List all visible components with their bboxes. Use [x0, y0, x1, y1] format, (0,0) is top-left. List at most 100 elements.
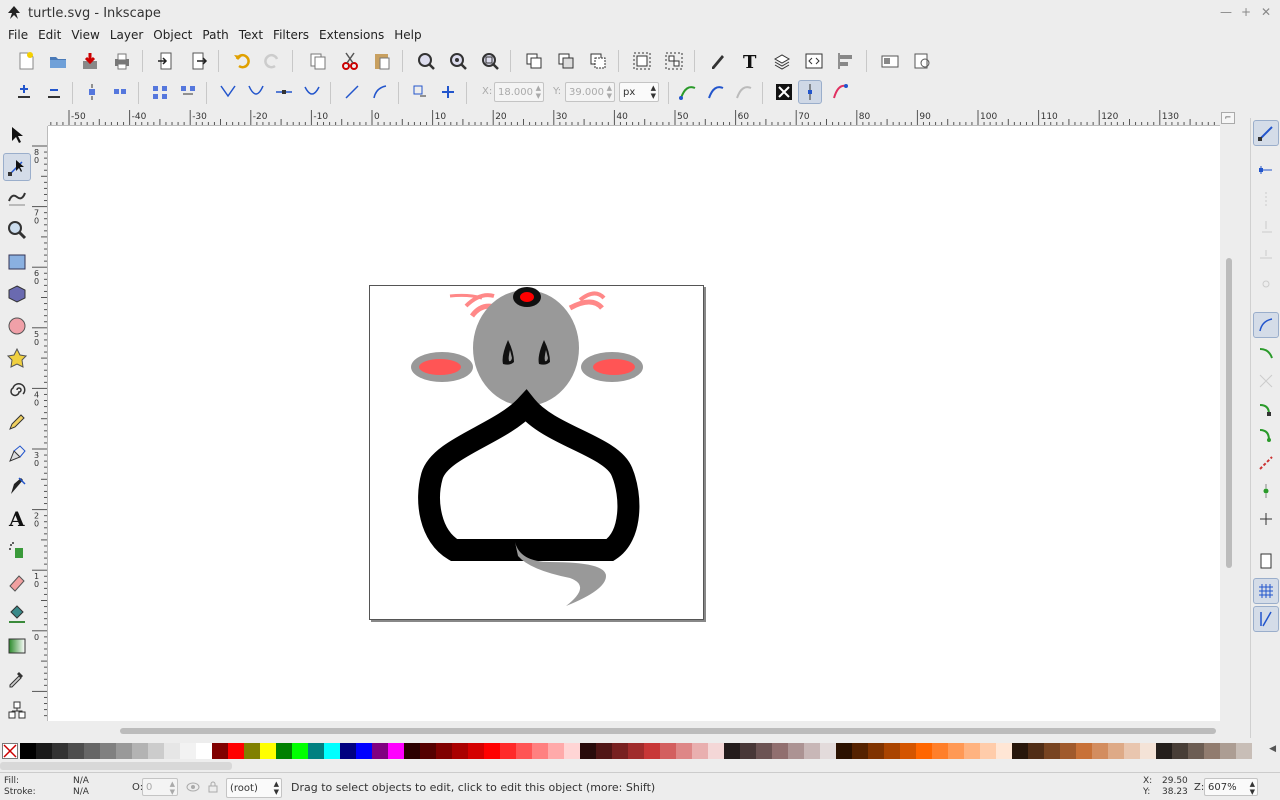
palette-swatch[interactable] [772, 743, 788, 759]
layer-select[interactable]: (root) ▲ ▼ [226, 778, 282, 798]
palette-swatch[interactable] [388, 743, 404, 759]
palette-swatch[interactable] [1204, 743, 1220, 759]
break-path-icon[interactable] [108, 80, 132, 104]
stroke-to-path-icon[interactable] [436, 80, 460, 104]
palette-swatch[interactable] [1220, 743, 1236, 759]
mask-icon[interactable] [732, 80, 756, 104]
join-segment-icon[interactable] [148, 80, 172, 104]
calligraphy-tool-icon[interactable] [3, 472, 31, 500]
export-icon[interactable] [186, 49, 210, 73]
palette-swatch[interactable] [612, 743, 628, 759]
join-nodes-icon[interactable] [80, 80, 104, 104]
palette-swatch[interactable] [884, 743, 900, 759]
palette-swatch[interactable] [660, 743, 676, 759]
snap-enable-icon[interactable] [1253, 120, 1279, 146]
cut-icon[interactable] [338, 49, 362, 73]
opacity-input[interactable]: 0 ▲ ▼ [142, 778, 178, 796]
dropper-tool-icon[interactable] [3, 664, 31, 692]
snap-bbox-center-icon[interactable] [1253, 270, 1279, 296]
palette-swatch[interactable] [852, 743, 868, 759]
palette-swatch[interactable] [276, 743, 292, 759]
palette-swatch[interactable] [1172, 743, 1188, 759]
whisker-mid-right[interactable] [578, 291, 606, 302]
visibility-eye-icon[interactable] [186, 781, 200, 793]
zoom-input[interactable]: 607% ▲ ▼ [1204, 778, 1258, 796]
paste-icon[interactable] [370, 49, 394, 73]
box3d-tool-icon[interactable] [3, 280, 31, 308]
text-font-icon[interactable]: T [738, 49, 762, 73]
palette-swatch[interactable] [1188, 743, 1204, 759]
palette-swatch[interactable] [324, 743, 340, 759]
stroke-value[interactable]: N/A [73, 787, 89, 797]
minimize-icon[interactable]: — [1218, 4, 1234, 20]
snap-nodes-icon[interactable] [1253, 312, 1279, 338]
ungroup-icon[interactable] [662, 49, 686, 73]
palette-swatch[interactable] [20, 743, 36, 759]
palette-swatch[interactable] [932, 743, 948, 759]
palette-swatch[interactable] [804, 743, 820, 759]
menu-text[interactable]: Text [234, 26, 268, 44]
palette-swatch[interactable] [1156, 743, 1172, 759]
left-blush[interactable] [419, 359, 461, 375]
menu-file[interactable]: File [3, 26, 33, 44]
palette-swatch[interactable] [260, 743, 276, 759]
xml-editor-icon[interactable] [802, 49, 826, 73]
palette-swatch[interactable] [996, 743, 1012, 759]
node-tool-icon[interactable] [3, 153, 31, 181]
unit-select[interactable]: px ▲ ▼ [619, 82, 659, 102]
palette-swatch[interactable] [180, 743, 196, 759]
palette-swatch[interactable] [84, 743, 100, 759]
palette-swatch[interactable] [756, 743, 772, 759]
palette-swatch[interactable] [372, 743, 388, 759]
snap-page-border-icon[interactable] [1253, 548, 1279, 574]
unlink-clone-icon[interactable] [586, 49, 610, 73]
duplicate-icon[interactable] [522, 49, 546, 73]
palette-swatch[interactable] [724, 743, 740, 759]
segment-curve-icon[interactable] [368, 80, 392, 104]
palette-swatch[interactable] [36, 743, 52, 759]
lock-icon[interactable] [207, 781, 219, 793]
snap-cusp-nodes-icon[interactable] [1253, 396, 1279, 422]
pen-tool-icon[interactable] [3, 440, 31, 468]
palette-swatch[interactable] [948, 743, 964, 759]
snap-smooth-nodes-icon[interactable] [1253, 422, 1279, 448]
palette-swatch[interactable] [452, 743, 468, 759]
delete-segment-icon[interactable] [176, 80, 200, 104]
snap-bbox-icon[interactable] [1253, 156, 1279, 182]
palette-swatch[interactable] [116, 743, 132, 759]
palette-swatch[interactable] [356, 743, 372, 759]
cusp-node-icon[interactable] [216, 80, 240, 104]
zoom-selection-icon[interactable] [414, 49, 438, 73]
palette-swatch[interactable] [900, 743, 916, 759]
palette-swatch[interactable] [692, 743, 708, 759]
text-tool-icon[interactable]: A [3, 504, 31, 532]
fill-value[interactable]: N/A [73, 776, 89, 786]
palette-swatch[interactable] [676, 743, 692, 759]
palette-swatch[interactable] [548, 743, 564, 759]
snap-bbox-edge-icon[interactable] [1253, 186, 1279, 212]
align-distribute-icon[interactable] [834, 49, 858, 73]
palette-swatch[interactable] [516, 743, 532, 759]
palette-swatch[interactable] [340, 743, 356, 759]
palette-swatch[interactable] [1092, 743, 1108, 759]
next-path-effect-icon[interactable] [676, 80, 700, 104]
gradient-tool-icon[interactable] [3, 632, 31, 660]
palette-swatch[interactable] [1028, 743, 1044, 759]
snap-object-midpoint-icon[interactable] [1253, 478, 1279, 504]
palette-swatch[interactable] [164, 743, 180, 759]
pencil-tool-icon[interactable] [3, 408, 31, 436]
tweak-tool-icon[interactable] [3, 183, 31, 211]
menu-object[interactable]: Object [148, 26, 197, 44]
selector-tool-icon[interactable] [3, 121, 31, 149]
import-icon[interactable] [154, 49, 178, 73]
object-to-path-icon[interactable] [408, 80, 432, 104]
y-coord-input[interactable]: 39.000 ▲ ▼ [565, 82, 615, 102]
clone-icon[interactable] [554, 49, 578, 73]
smooth-node-icon[interactable] [244, 80, 268, 104]
palette-swatch[interactable] [740, 743, 756, 759]
palette-swatch[interactable] [500, 743, 516, 759]
palette-swatch[interactable] [404, 743, 420, 759]
shell-outline[interactable] [418, 389, 640, 561]
document-properties-icon[interactable] [878, 49, 902, 73]
palette-swatch[interactable] [564, 743, 580, 759]
